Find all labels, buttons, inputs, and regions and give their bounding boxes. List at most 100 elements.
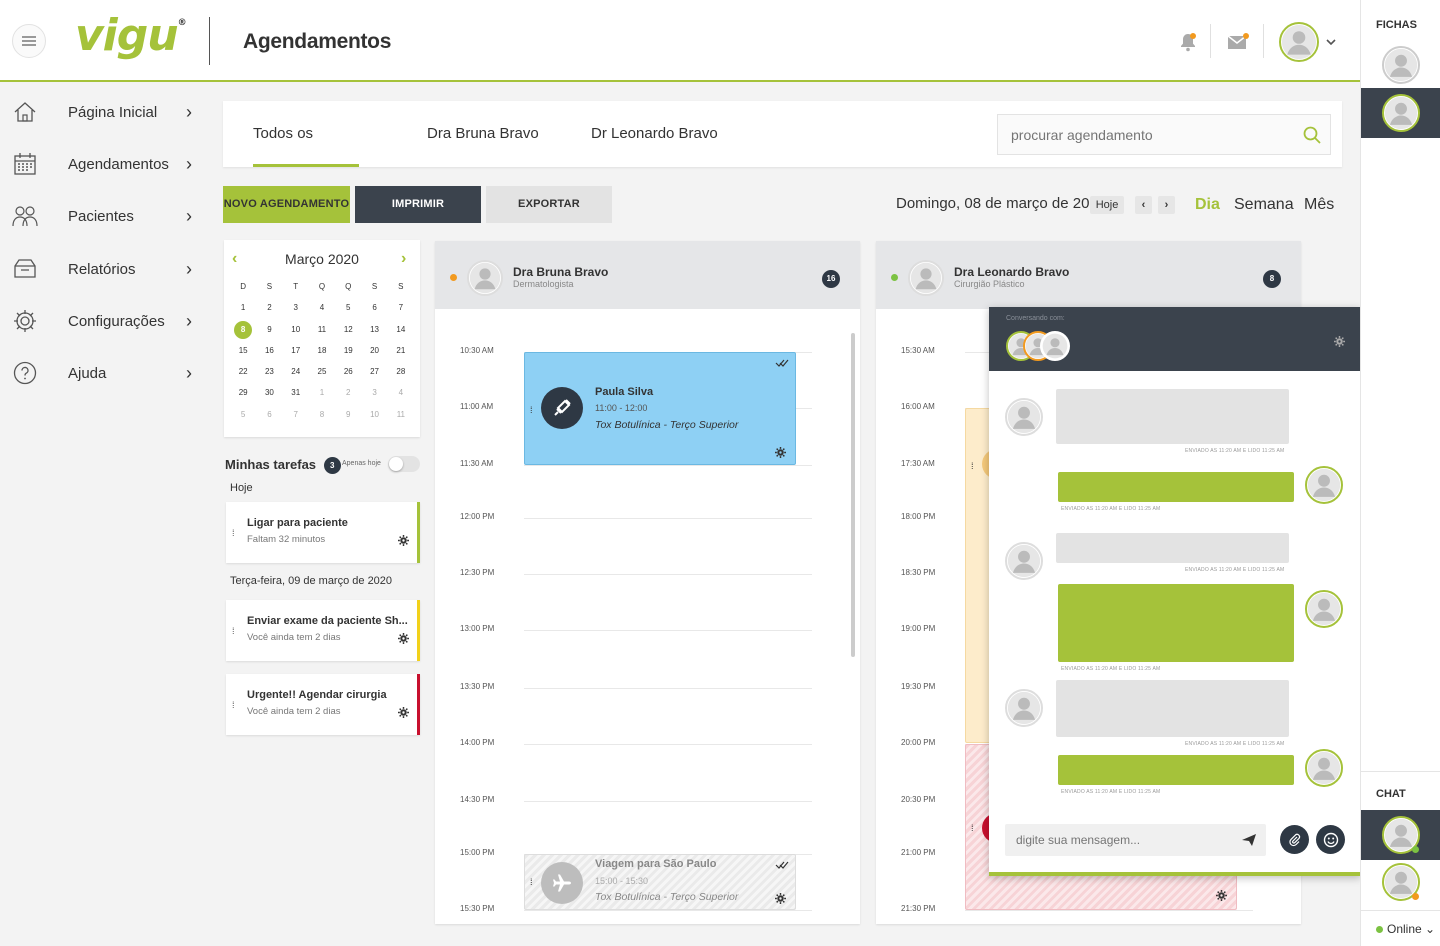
drag-handle-icon[interactable]: ⁞ xyxy=(232,626,234,636)
task-card[interactable]: ⁞ Ligar para paciente Faltam 32 minutos xyxy=(226,502,420,563)
calendar-day[interactable]: 5 xyxy=(335,297,361,318)
calendar-day[interactable]: 1 xyxy=(309,382,335,403)
calendar-day[interactable]: 21 xyxy=(388,340,414,361)
time-slot[interactable]: 12:00 PM xyxy=(435,512,860,521)
gear-icon[interactable] xyxy=(775,447,786,458)
ficha-avatar[interactable] xyxy=(1382,46,1420,84)
calendar-next-icon[interactable]: › xyxy=(401,250,406,268)
sidebar-item-patients[interactable]: Pacientes › xyxy=(0,191,215,241)
search-icon[interactable] xyxy=(1302,125,1322,145)
calendar-day[interactable]: 25 xyxy=(309,361,335,382)
calendar-day[interactable]: 3 xyxy=(361,382,387,403)
time-slot[interactable]: 15:30 PM xyxy=(435,904,860,913)
time-slot[interactable]: 13:00 PM xyxy=(435,624,860,633)
calendar-day[interactable]: 17 xyxy=(283,340,309,361)
export-button[interactable]: EXPORTAR xyxy=(486,186,612,223)
new-appointment-button[interactable]: NOVO AGENDAMENTO xyxy=(223,186,350,223)
time-slot[interactable]: 12:30 PM xyxy=(435,568,860,577)
gear-icon[interactable] xyxy=(398,633,409,644)
calendar-day[interactable]: 7 xyxy=(388,297,414,318)
calendar-day[interactable]: 18 xyxy=(309,340,335,361)
drag-handle-icon[interactable]: ⁞ xyxy=(232,700,234,710)
calendar-day[interactable]: 6 xyxy=(361,297,387,318)
calendar-day[interactable]: 2 xyxy=(335,382,361,403)
drag-handle-icon[interactable]: ⁞ xyxy=(971,461,974,471)
view-month-tab[interactable]: Mês xyxy=(1304,196,1334,214)
menu-toggle-button[interactable] xyxy=(12,24,46,58)
appointment-card[interactable]: ⁞ Paula Silva 11:00 - 12:00 Tox Botulíni… xyxy=(524,352,796,465)
calendar-day[interactable]: 5 xyxy=(230,404,256,425)
gear-icon[interactable] xyxy=(1334,336,1345,347)
tab-dra-bruna[interactable]: Dra Bruna Bravo xyxy=(427,101,539,167)
calendar-day[interactable]: 10 xyxy=(361,404,387,425)
sidebar-item-appointments[interactable]: Agendamentos › xyxy=(0,139,215,189)
drag-handle-icon[interactable]: ⁞ xyxy=(232,528,234,538)
calendar-day[interactable]: 24 xyxy=(283,361,309,382)
attach-button[interactable] xyxy=(1280,825,1309,854)
calendar-day[interactable]: 8 xyxy=(309,404,335,425)
drag-handle-icon[interactable]: ⁞ xyxy=(530,405,533,415)
sidebar-item-reports[interactable]: Relatórios › xyxy=(0,244,215,294)
calendar-day[interactable]: 15 xyxy=(230,340,256,361)
drag-handle-icon[interactable]: ⁞ xyxy=(530,877,533,887)
sidebar-item-help[interactable]: Ajuda › xyxy=(0,348,215,398)
send-icon[interactable] xyxy=(1241,833,1257,847)
sidebar-item-home[interactable]: Página Inicial › xyxy=(0,87,215,137)
emoji-button[interactable] xyxy=(1316,825,1345,854)
calendar-day[interactable]: 16 xyxy=(256,340,282,361)
message-input[interactable] xyxy=(1005,824,1225,856)
calendar-day[interactable]: 4 xyxy=(388,382,414,403)
time-slot[interactable]: 21:30 PM xyxy=(876,904,1301,913)
calendar-day[interactable]: 11 xyxy=(309,319,335,340)
time-slot[interactable]: 13:30 PM xyxy=(435,682,860,691)
calendar-day[interactable]: 30 xyxy=(256,382,282,403)
calendar-day[interactable]: 3 xyxy=(283,297,309,318)
calendar-day[interactable]: 12 xyxy=(335,319,361,340)
calendar-day[interactable]: 19 xyxy=(335,340,361,361)
calendar-day[interactable]: 8 xyxy=(230,319,256,340)
time-slot[interactable]: 14:00 PM xyxy=(435,738,860,747)
calendar-day[interactable]: 10 xyxy=(283,319,309,340)
calendar-day[interactable]: 9 xyxy=(335,404,361,425)
bell-icon[interactable] xyxy=(1177,31,1199,53)
calendar-day[interactable]: 22 xyxy=(230,361,256,382)
scrollbar[interactable] xyxy=(851,333,855,657)
calendar-day[interactable]: 28 xyxy=(388,361,414,382)
calendar-day[interactable]: 31 xyxy=(283,382,309,403)
calendar-day[interactable]: 26 xyxy=(335,361,361,382)
user-avatar[interactable] xyxy=(1279,22,1319,62)
prev-day-button[interactable]: ‹ xyxy=(1135,196,1152,214)
task-card[interactable]: ⁞ Enviar exame da paciente Sh... Você ai… xyxy=(226,600,420,661)
chat-contact-selected[interactable] xyxy=(1361,810,1440,860)
next-day-button[interactable]: › xyxy=(1158,196,1175,214)
status-selector[interactable]: Online ⌄ xyxy=(1376,922,1435,936)
logo[interactable]: vigu® xyxy=(75,10,187,61)
gear-icon[interactable] xyxy=(1216,890,1227,901)
only-today-toggle[interactable] xyxy=(388,456,420,472)
gear-icon[interactable] xyxy=(398,707,409,718)
calendar-day[interactable]: 13 xyxy=(361,319,387,340)
calendar-day[interactable]: 4 xyxy=(309,297,335,318)
calendar-day[interactable]: 1 xyxy=(230,297,256,318)
calendar-day[interactable]: 6 xyxy=(256,404,282,425)
calendar-day[interactable]: 23 xyxy=(256,361,282,382)
today-button[interactable]: Hoje xyxy=(1090,196,1124,214)
calendar-day[interactable]: 14 xyxy=(388,319,414,340)
calendar-day[interactable]: 20 xyxy=(361,340,387,361)
sidebar-item-settings[interactable]: Configurações › xyxy=(0,296,215,346)
view-day-tab[interactable]: Dia xyxy=(1195,196,1220,214)
tab-dr-leonardo[interactable]: Dr Leonardo Bravo xyxy=(591,101,718,167)
tab-all-doctors[interactable]: Todos os médicos xyxy=(253,101,359,208)
gear-icon[interactable] xyxy=(775,893,786,904)
task-card[interactable]: ⁞ Urgente!! Agendar cirurgia Você ainda … xyxy=(226,674,420,735)
calendar-day[interactable]: 2 xyxy=(256,297,282,318)
calendar-day[interactable]: 9 xyxy=(256,319,282,340)
gear-icon[interactable] xyxy=(398,535,409,546)
view-week-tab[interactable]: Semana xyxy=(1234,196,1294,214)
time-slot[interactable]: 14:30 PM xyxy=(435,795,860,804)
calendar-day[interactable]: 29 xyxy=(230,382,256,403)
search-input[interactable] xyxy=(998,115,1278,154)
time-slot[interactable]: 11:30 AM xyxy=(435,459,860,468)
drag-handle-icon[interactable]: ⁞ xyxy=(971,823,974,833)
calendar-day[interactable]: 11 xyxy=(388,404,414,425)
